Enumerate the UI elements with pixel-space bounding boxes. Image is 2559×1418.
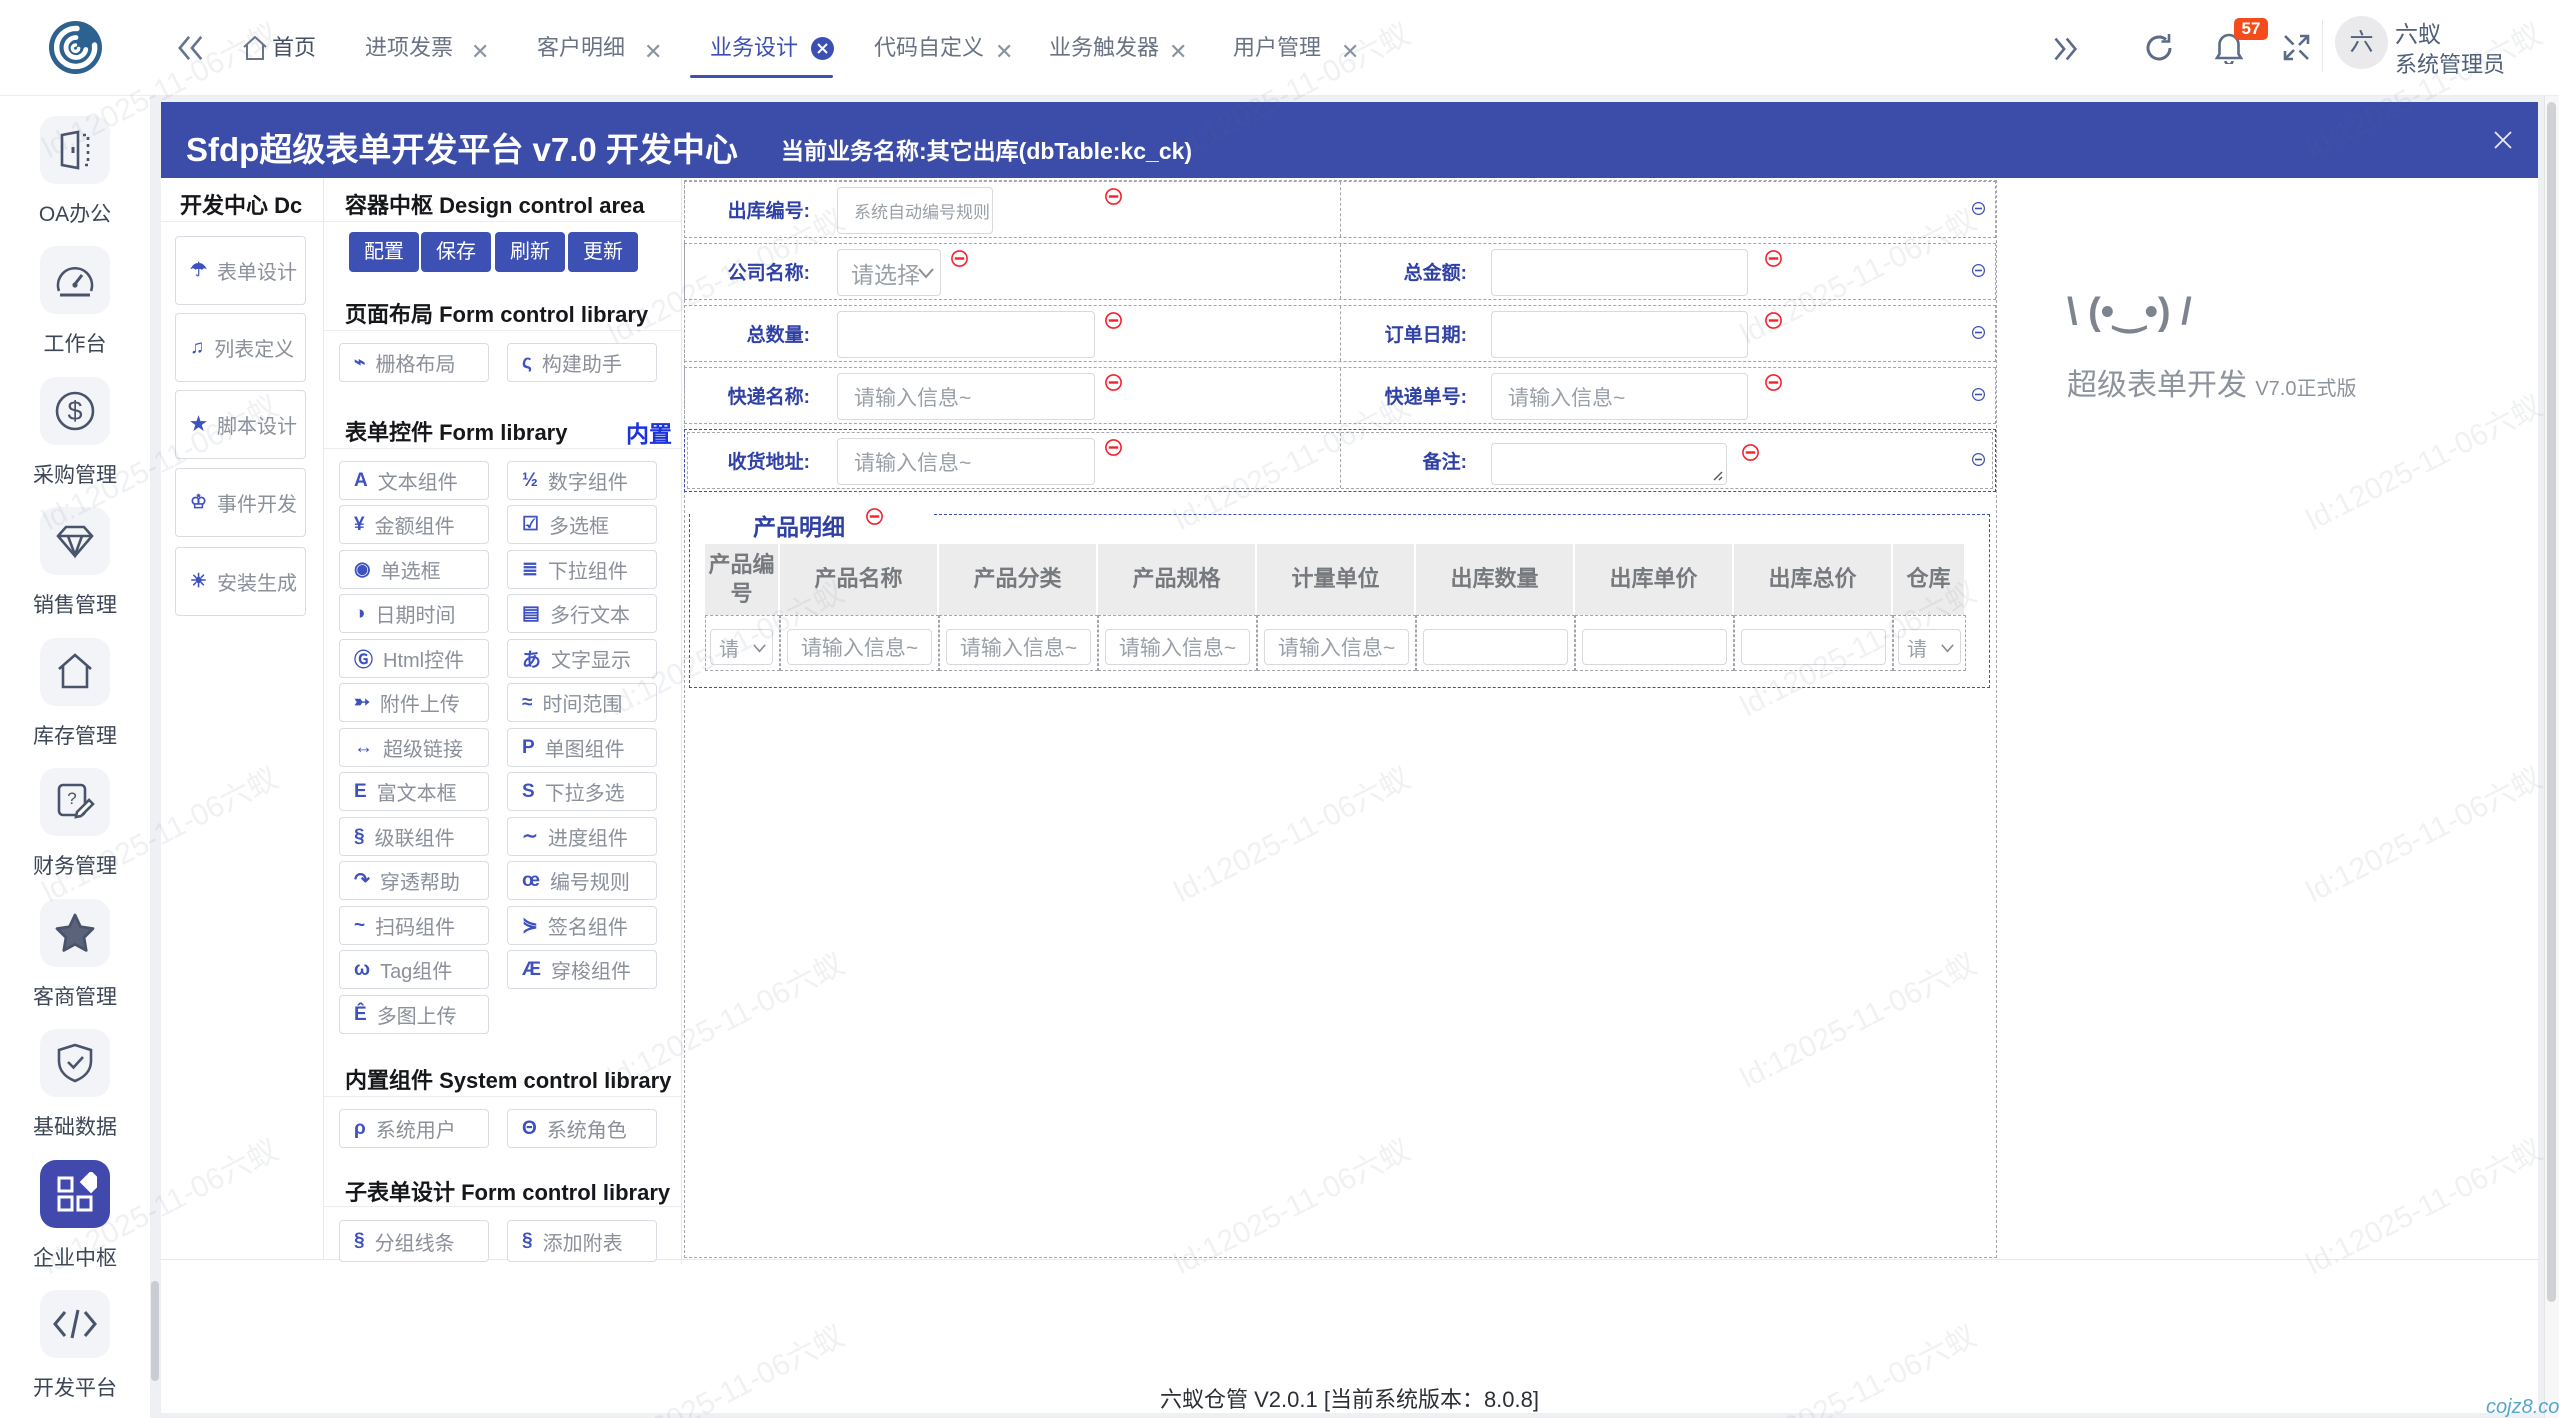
svg-text:$: $ (67, 396, 82, 426)
svg-text:?: ? (67, 789, 76, 808)
